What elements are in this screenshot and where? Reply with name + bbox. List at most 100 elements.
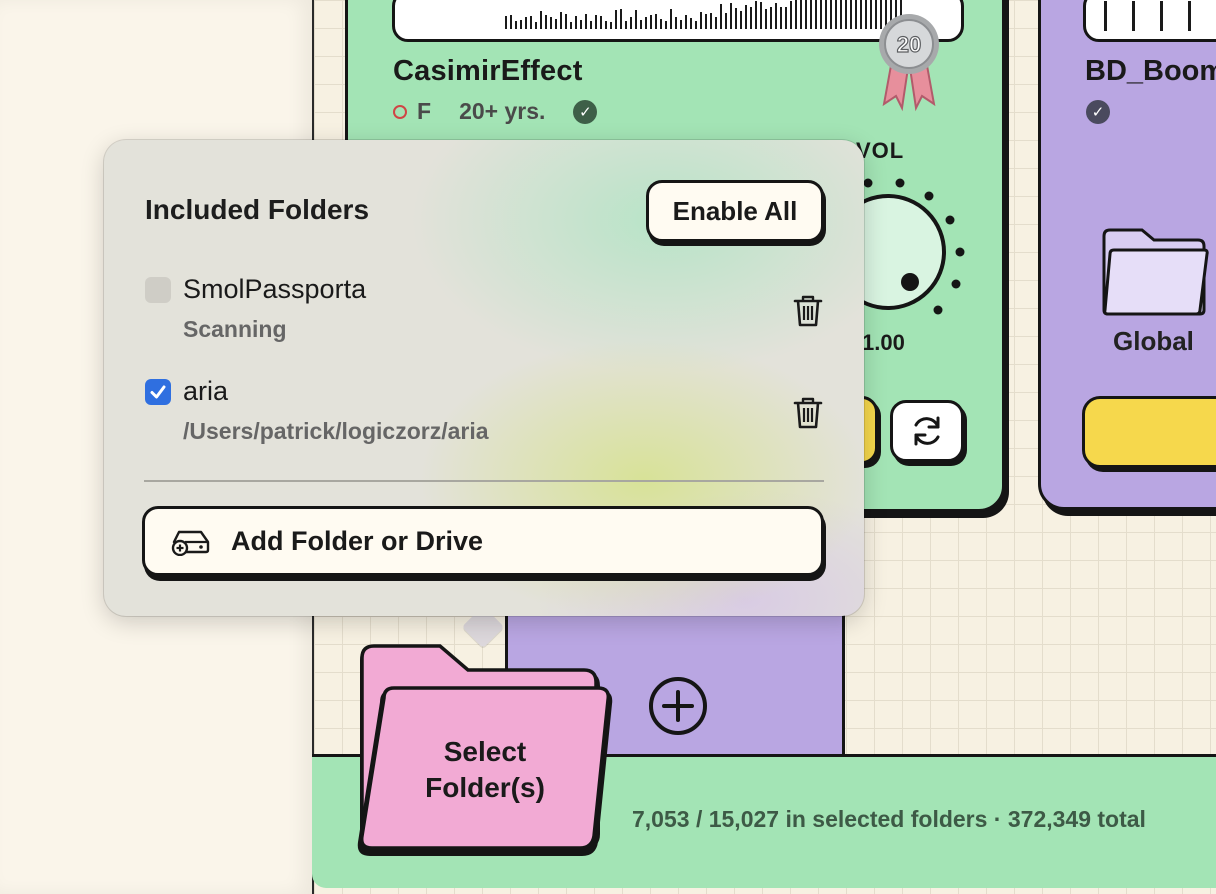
waveform-bar [740,10,742,29]
waveform-bar [675,16,677,29]
waveform-bar [745,4,747,29]
add-folder-or-drive-label: Add Folder or Drive [231,525,484,556]
add-folder-or-drive-button[interactable]: Add Folder or Drive [142,506,824,576]
popover-divider [144,480,824,482]
waveform-bar [570,21,572,29]
library-stats: 7,053 / 15,027 in selected folders · 372… [632,806,1146,832]
waveform-bar [765,8,767,29]
waveform-bar [520,19,522,29]
waveform-bar [760,2,762,29]
trash-icon[interactable] [793,294,823,328]
refresh-button[interactable] [890,400,964,462]
track-key: F [417,98,432,124]
waveform-bar [525,16,527,29]
popover-title: Included Folders [145,194,370,225]
medal-badge-icon: 20 [879,14,939,112]
waveform-bar [580,19,582,29]
waveform-bar [780,7,782,29]
waveform-bar [695,20,697,29]
waveform-bar [865,0,867,29]
folder-status: Scanning [183,316,287,342]
waveform-bar [510,15,512,29]
waveform-bar [690,18,692,29]
waveform-bar [635,9,637,29]
trash-icon[interactable] [793,396,823,430]
waveform-bar [755,1,757,29]
folder-name: SmolPassporta [183,274,367,304]
waveform-bar [600,16,602,29]
waveform-bar [825,0,827,29]
waveform-bar [545,14,547,29]
waveform-bar [710,13,712,29]
track-age: 20+ yrs. [459,98,546,124]
waveform-bar [835,0,837,29]
waveform-bar [550,17,552,29]
waveform-bar [615,9,617,29]
waveform-bar [650,15,652,29]
waveform-bar [830,0,832,29]
waveform-bar [585,13,587,29]
waveform-bar [860,0,862,29]
waveform-bar [810,0,812,29]
waveform-bar [820,0,822,29]
track-title: CasimirEffect [393,55,583,87]
waveform-bar [665,20,667,29]
waveform-bar [625,21,627,29]
waveform-bar [800,0,802,29]
waveform-bar [655,13,657,29]
waveform-bar [805,0,807,29]
select-label-line1: Select [443,736,527,767]
key-indicator-icon [393,104,407,119]
waveform-bar [630,16,632,29]
waveform-bar [660,19,662,29]
waveform-bar [720,3,722,29]
waveform-bar [595,15,597,29]
medal-number: 20 [897,32,921,57]
waveform-bar [590,20,592,29]
waveform-bar [640,20,642,29]
refresh-icon [914,416,940,446]
select-label-line2: Folder(s) [425,772,545,803]
folder-path: /Users/patrick/logiczorz/aria [183,418,489,444]
verified-check-icon: ✓ [573,99,598,124]
folder-name: aria [183,376,229,406]
track-title-2: BD_Boom [1085,55,1216,87]
folder-icon [1102,228,1209,316]
waveform-bar [730,3,732,29]
waveform-bar [785,7,787,29]
waveform-bar [555,19,557,29]
waveform-bar [770,6,772,29]
global-folder-label: Global [1113,326,1194,356]
waveform-bar [505,16,507,29]
waveform-bar [680,19,682,29]
select-folders-label: Select Folder(s) [380,734,590,806]
add-drive-icon [171,530,210,556]
play-button-2[interactable] [1082,396,1216,468]
waveform-bar [700,12,702,29]
folder-checkbox-smolpassporta[interactable] [145,277,171,303]
waveform-bar [870,0,872,29]
waveform-bar [750,7,752,29]
waveform-bar [775,2,777,29]
waveform-bar [610,22,612,29]
waveform-bar [845,0,847,29]
waveform-bar [795,0,797,29]
track-meta: F 20+ yrs. ✓ [393,98,598,125]
waveform-bar [850,0,852,29]
checkmark-icon [150,385,166,399]
waveform-bar [715,16,717,29]
waveform-bar [790,1,792,29]
waveform-bar [735,8,737,29]
waveform-bar [705,14,707,29]
folder-checkbox-aria[interactable] [145,379,171,405]
enable-all-button[interactable]: Enable All [646,180,824,242]
waveform-bar [685,15,687,29]
waveform-preview-2[interactable] [1083,0,1216,42]
waveform-bar [670,9,672,29]
waveform-bar [575,16,577,29]
waveform-bar [840,0,842,29]
waveform-bar [565,13,567,29]
volume-value: 1.00 [862,330,905,355]
waveform-bar [855,0,857,29]
add-circle-icon[interactable] [648,676,708,736]
